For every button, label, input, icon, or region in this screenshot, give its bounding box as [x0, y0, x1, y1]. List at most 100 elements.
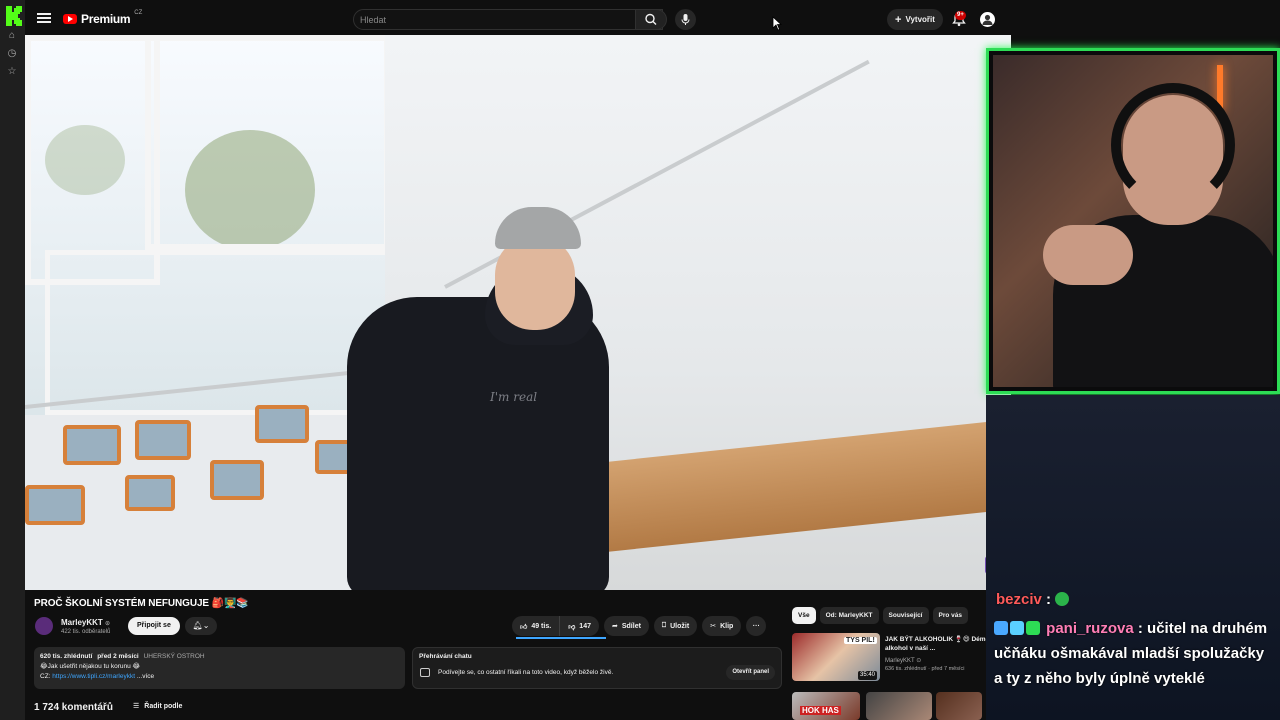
channel-name[interactable]: MarleyKKT ⊙	[61, 618, 110, 627]
chat-separator: :	[1041, 591, 1056, 608]
bell-icon: 🔔︎	[192, 621, 203, 630]
create-button[interactable]: + Vytvořit	[887, 9, 943, 30]
search-icon	[645, 13, 657, 25]
video-player[interactable]: I'm real M	[25, 35, 1011, 590]
search-box	[353, 9, 663, 30]
voice-search-button[interactable]	[675, 9, 696, 30]
related-video-thumbnail[interactable]	[936, 692, 982, 720]
related-video-thumbnail[interactable]: HOK HAS	[792, 692, 860, 720]
description-stats: 620 tis. zhlédnutí před 2 měsíci UHERSKÝ…	[40, 652, 399, 662]
share-label: Sdílet	[621, 622, 641, 630]
description-tag[interactable]: UHERSKÝ OSTROH	[144, 653, 205, 660]
link-prefix: CZ:	[40, 673, 53, 680]
video-info-panel: PROČ ŠKOLNÍ SYSTÉM NEFUNGUJE 🎒👨‍🏫📚 Marle…	[25, 590, 785, 720]
youtube-play-icon	[63, 14, 77, 24]
chat-replay-box: Přehrávání chatu Podívejte se, co ostatn…	[412, 647, 782, 689]
upload-age: před 2 měsíci	[97, 653, 139, 660]
more-actions-button[interactable]: ···	[746, 616, 767, 636]
stream-chat-overlay: bezciv : pani_ruzova : učitel na druhém …	[986, 395, 1280, 720]
youtube-logo[interactable]: Premium CZ	[63, 10, 143, 26]
video-actions: 👍︎ 49 tis. 👎︎ 147 ➦ Sdílet ⎕ Uložit ✂ Kl…	[512, 616, 767, 636]
webcam-overlay	[986, 48, 1280, 394]
notifications-badge: 9+	[955, 11, 966, 20]
wall-photo	[255, 405, 309, 443]
chip-from-channel[interactable]: Od: MarleyKKT	[819, 607, 879, 624]
home-icon[interactable]: ⌂	[6, 30, 18, 42]
related-videos-panel: Vše Od: MarleyKKT Související Pro vás TY…	[786, 600, 996, 720]
channel-name-label: MarleyKKT	[61, 618, 103, 627]
chat-username: pani_ruzova	[1046, 620, 1134, 637]
like-count: 49 tis.	[531, 622, 552, 630]
related-chips: Vše Od: MarleyKKT Související Pro vás	[792, 607, 996, 624]
streamer-hands	[1043, 225, 1133, 285]
menu-button[interactable]	[37, 11, 51, 25]
chat-separator: :	[1133, 620, 1148, 637]
chat-message: bezciv :	[996, 587, 1071, 612]
share-button[interactable]: ➦ Sdílet	[603, 616, 649, 636]
description-link-line: CZ: https://www.tipli.cz/marleykkt ...ví…	[40, 672, 399, 682]
emote-icon	[1055, 592, 1070, 606]
chat-bubble-icon	[420, 668, 430, 677]
comments-count: 1 724 komentářů	[34, 702, 113, 713]
sort-comments-button[interactable]: ☰ Řadit podle	[133, 702, 182, 711]
join-button[interactable]: Připojit se	[128, 617, 180, 635]
like-dislike-group: 👍︎ 49 tis. 👎︎ 147	[512, 616, 599, 636]
show-more-link[interactable]: ...více	[137, 673, 154, 680]
save-button[interactable]: ⎕ Uložit	[653, 616, 698, 636]
open-chat-panel-button[interactable]: Otevřít panel	[726, 665, 775, 680]
dislike-button[interactable]: 👎︎ 147	[560, 616, 599, 636]
bookmark-icon: ⎕	[661, 622, 667, 629]
thumbnail-text: HOK HAS	[800, 706, 841, 715]
gift-icon	[1010, 621, 1024, 635]
like-button[interactable]: 👍︎ 49 tis.	[512, 616, 561, 636]
window-frame	[45, 250, 390, 415]
wall-photo	[125, 475, 175, 511]
kick-logo-icon	[6, 6, 22, 26]
video-duration: 35:40	[858, 671, 878, 680]
search-input[interactable]	[360, 10, 610, 29]
related-video-channel: MarleyKKT ⊙	[885, 658, 922, 664]
youtube-topbar: Premium CZ + Vytvořit 9+	[25, 0, 1010, 38]
mouse-cursor-icon	[772, 16, 782, 31]
related-video-thumbnail[interactable]	[866, 692, 932, 720]
dislike-count: 147	[579, 622, 591, 630]
chat-message: pani_ruzova : učitel na druhém učňáku oš…	[994, 616, 1274, 691]
search-button[interactable]	[635, 9, 667, 30]
share-icon: ➦	[611, 623, 618, 630]
star-icon[interactable]: ☆	[6, 66, 18, 78]
related-video-title: JAK BÝT ALKOHOLIK 🍷😄 Démon alkohol v naš…	[885, 636, 994, 652]
scissors-icon: ✂	[710, 623, 717, 630]
user-silhouette-icon	[982, 14, 993, 25]
youtube-brand-label: Premium	[81, 12, 131, 26]
affiliate-link[interactable]: https://www.tipli.cz/marleykkt	[52, 673, 135, 680]
youtube-country-label: CZ	[134, 10, 143, 16]
thumbnail-text: TYS PIL!	[844, 637, 877, 644]
verified-icon: ⊙	[105, 621, 111, 627]
subscriber-count: 422 tis. odběratelů	[61, 629, 111, 635]
chip-for-you[interactable]: Pro vás	[932, 607, 968, 624]
subscription-bell-button[interactable]: 🔔︎⌄	[185, 617, 217, 635]
channel-avatar[interactable]	[35, 617, 53, 635]
video-title: PROČ ŠKOLNÍ SYSTÉM NEFUNGUJE 🎒👨‍🏫📚	[34, 598, 249, 609]
headphones	[1111, 83, 1235, 207]
badge-icon	[994, 621, 1008, 635]
chat-replay-text: Podívejte se, co ostatní říkali na toto …	[438, 669, 614, 676]
chat-username: bezciv	[996, 591, 1042, 608]
wall-photo	[210, 460, 264, 500]
description-line: 😂Jak ušetřit nějakou tu korunu 😂	[40, 663, 141, 670]
video-person-head	[495, 235, 575, 330]
thumbs-up-icon: 👍︎	[520, 623, 528, 631]
chip-related[interactable]: Související	[882, 607, 929, 624]
history-icon[interactable]: ◷	[6, 48, 18, 60]
save-label: Uložit	[670, 622, 690, 630]
related-video-meta: 636 tis. zhlédnutí · před 7 měsíci	[885, 666, 965, 672]
description-box[interactable]: 620 tis. zhlédnutí před 2 měsíci UHERSKÝ…	[34, 647, 405, 689]
related-video-item[interactable]: TYS PIL! 35:40 JAK BÝT ALKOHOLIK 🍷😄 Démo…	[792, 633, 994, 681]
chat-replay-title: Přehrávání chatu	[419, 653, 472, 660]
chip-all[interactable]: Vše	[792, 607, 816, 624]
wall-photo	[135, 420, 191, 460]
account-avatar[interactable]	[978, 10, 997, 29]
like-progress-bar	[516, 637, 606, 639]
clip-button[interactable]: ✂ Klip	[702, 616, 742, 636]
shirt-print-text: I'm real	[490, 390, 538, 404]
